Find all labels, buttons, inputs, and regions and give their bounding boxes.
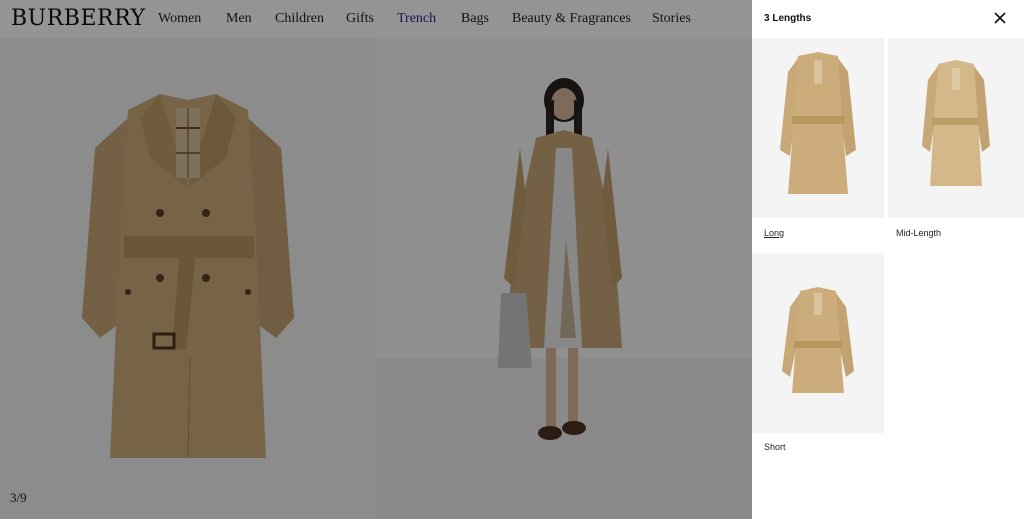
lengths-drawer: 3 Lengths Long Mid-Length Short [752,0,1024,519]
coat-long-thumbnail [780,52,856,194]
close-icon[interactable] [992,10,1008,26]
length-label-short[interactable]: Short [764,442,786,452]
drawer-title: 3 Lengths [764,13,812,24]
length-label-mid-length[interactable]: Mid-Length [896,228,941,238]
length-option-short[interactable] [752,253,884,433]
length-option-mid-length[interactable] [888,38,1024,218]
coat-short-thumbnail [782,287,854,393]
length-label-long[interactable]: Long [764,228,784,238]
coat-mid-length-thumbnail [922,60,990,186]
length-option-long[interactable] [752,38,884,218]
